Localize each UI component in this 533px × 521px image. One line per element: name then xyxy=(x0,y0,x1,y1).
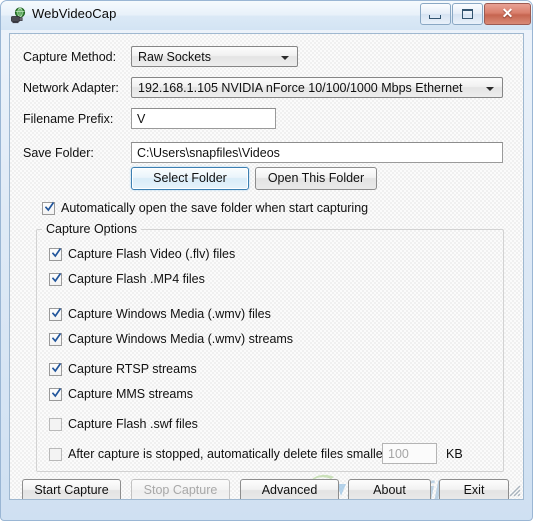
chevron-down-icon xyxy=(486,87,494,91)
filename-prefix-value: V xyxy=(137,112,146,126)
capture-mms-label: Capture MMS streams xyxy=(68,387,194,401)
maximize-button[interactable] xyxy=(452,3,483,25)
checkmark-icon xyxy=(52,308,61,318)
capture-wmv-files-label: Capture Windows Media (.wmv) files xyxy=(68,307,271,321)
capture-flv-label: Capture Flash Video (.flv) files xyxy=(68,247,236,261)
save-folder-label: Save Folder: xyxy=(23,146,94,160)
checkmark-icon xyxy=(45,202,54,212)
stop-capture-button: Stop Capture xyxy=(131,479,230,499)
capture-options-group-label: Capture Options xyxy=(42,222,141,236)
network-adapter-dropdown[interactable]: 192.168.1.105 NVIDIA nForce 10/100/1000 … xyxy=(131,77,503,98)
minimize-button[interactable] xyxy=(420,3,451,25)
capture-method-value: Raw Sockets xyxy=(138,50,211,64)
delete-small-files-checkbox[interactable] xyxy=(49,448,62,461)
capture-wmv-files-checkbox[interactable] xyxy=(49,308,62,321)
save-folder-input[interactable]: C:\Users\snapfiles\Videos xyxy=(131,142,503,163)
title-bar[interactable]: WebVideoCap ✕ xyxy=(1,1,532,30)
filename-prefix-label: Filename Prefix: xyxy=(23,112,114,126)
capture-options-group xyxy=(36,229,504,472)
capture-swf-label: Capture Flash .swf files xyxy=(68,417,198,431)
resize-grip[interactable] xyxy=(507,483,521,497)
checkmark-icon xyxy=(52,333,61,343)
webvideocap-window: WebVideoCap ✕ Capture Method: Raw Socket… xyxy=(0,0,533,521)
capture-mms-checkbox[interactable] xyxy=(49,388,62,401)
window-controls: ✕ xyxy=(420,3,531,25)
save-folder-value: C:\Users\snapfiles\Videos xyxy=(137,146,280,160)
delete-small-files-label: After capture is stopped, automatically … xyxy=(68,447,419,461)
checkmark-icon xyxy=(52,273,61,283)
close-icon: ✕ xyxy=(501,5,514,21)
advanced-button[interactable]: Advanced xyxy=(240,479,339,499)
network-adapter-value: 192.168.1.105 NVIDIA nForce 10/100/1000 … xyxy=(138,81,463,95)
open-this-folder-button[interactable]: Open This Folder xyxy=(255,167,377,190)
capture-method-label: Capture Method: xyxy=(23,50,117,64)
filename-prefix-input[interactable]: V xyxy=(131,108,276,129)
checkmark-icon xyxy=(52,248,61,258)
capture-mp4-checkbox[interactable] xyxy=(49,273,62,286)
capture-swf-checkbox[interactable] xyxy=(49,418,62,431)
select-folder-button[interactable]: Select Folder xyxy=(131,167,249,190)
capture-mp4-label: Capture Flash .MP4 files xyxy=(68,272,205,286)
checkmark-icon xyxy=(52,388,61,398)
maximize-icon xyxy=(462,9,473,19)
capture-method-dropdown[interactable]: Raw Sockets xyxy=(131,46,298,67)
network-adapter-label: Network Adapter: xyxy=(23,81,119,95)
start-capture-button[interactable]: Start Capture xyxy=(22,479,121,499)
capture-rtsp-checkbox[interactable] xyxy=(49,363,62,376)
capture-rtsp-label: Capture RTSP streams xyxy=(68,362,197,376)
delete-size-input[interactable]: 100 xyxy=(382,443,437,464)
delete-size-value: 100 xyxy=(388,447,409,461)
about-button[interactable]: About xyxy=(348,479,431,499)
chevron-down-icon xyxy=(281,56,289,60)
minimize-icon xyxy=(429,15,441,19)
checkmark-icon xyxy=(52,363,61,373)
client-area: Capture Method: Raw Sockets Network Adap… xyxy=(9,33,524,500)
delete-size-unit-label: KB xyxy=(446,447,463,461)
capture-flv-checkbox[interactable] xyxy=(49,248,62,261)
webcam-globe-icon xyxy=(10,7,27,24)
exit-button[interactable]: Exit xyxy=(439,479,509,499)
auto-open-checkbox[interactable] xyxy=(42,202,55,215)
auto-open-label: Automatically open the save folder when … xyxy=(61,201,369,215)
close-button[interactable]: ✕ xyxy=(484,3,531,25)
capture-wmv-streams-label: Capture Windows Media (.wmv) streams xyxy=(68,332,294,346)
capture-wmv-streams-checkbox[interactable] xyxy=(49,333,62,346)
window-title: WebVideoCap xyxy=(32,6,117,21)
